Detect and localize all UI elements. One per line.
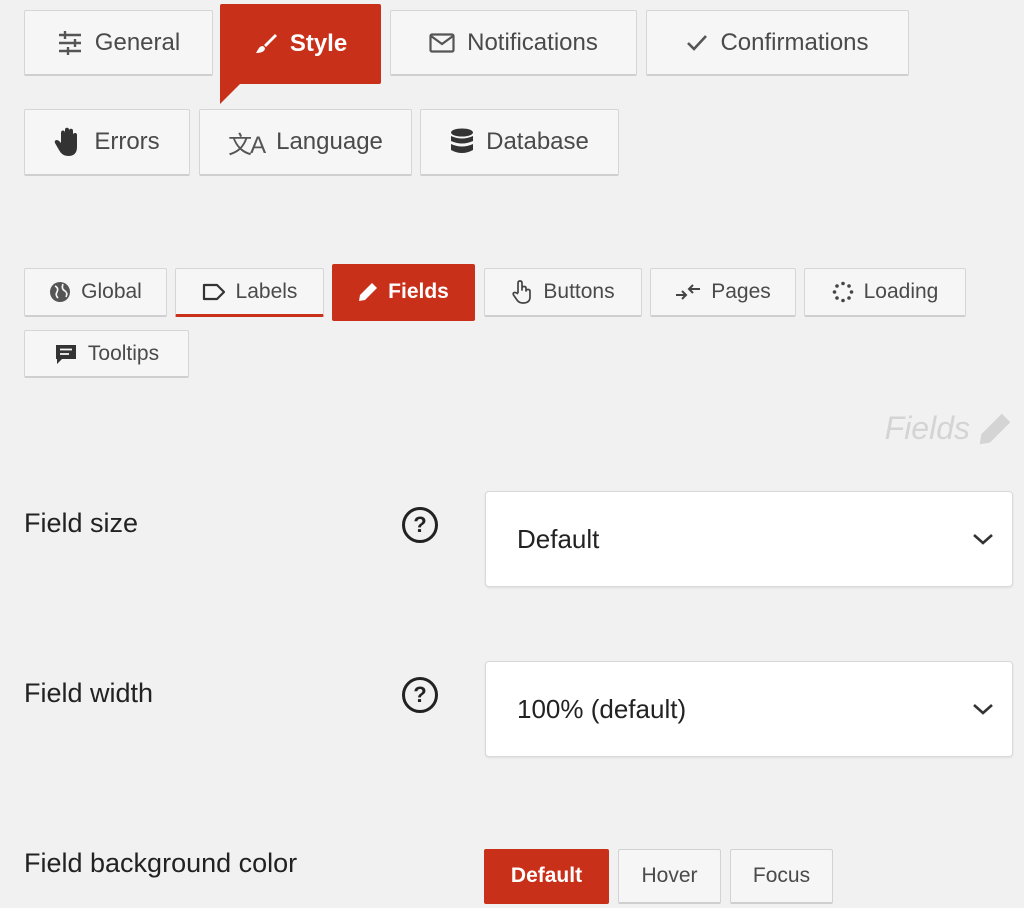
tab-confirmations-label: Confirmations: [720, 28, 869, 56]
field-size-help-icon[interactable]: ?: [402, 507, 438, 543]
tab-database[interactable]: Database: [420, 109, 619, 176]
field-size-select[interactable]: Default: [485, 491, 1013, 587]
field-width-help-icon[interactable]: ?: [402, 677, 438, 713]
subtab-tooltips[interactable]: Tooltips: [24, 330, 189, 378]
field-size-value: Default: [517, 523, 600, 554]
tag-icon: [202, 283, 225, 300]
spinner-icon: [832, 281, 853, 303]
tab-confirmations[interactable]: Confirmations: [646, 10, 909, 76]
tab-style-label: Style: [289, 29, 348, 57]
tab-language[interactable]: 文A Language: [199, 109, 412, 176]
tab-errors-label: Errors: [94, 128, 160, 155]
subtab-fields-label: Fields: [388, 280, 449, 303]
field-size-label: Field size: [24, 508, 139, 538]
bg-focus-button[interactable]: Focus: [730, 849, 833, 904]
pencil-icon: [359, 283, 378, 301]
tab-notifications-label: Notifications: [467, 28, 598, 56]
translate-icon: 文A: [228, 131, 266, 159]
tab-general[interactable]: General: [24, 10, 213, 76]
subtab-tooltips-label: Tooltips: [87, 341, 160, 365]
field-width-value: 100% (default): [517, 693, 687, 724]
subtab-global[interactable]: Global: [24, 268, 167, 317]
globe-icon: [50, 282, 71, 302]
tab-language-label: Language: [276, 128, 383, 155]
comment-icon: [55, 344, 76, 364]
subtab-labels-label: Labels: [235, 279, 298, 303]
checkmark-icon: [687, 34, 708, 51]
field-width-select[interactable]: 100% (default): [485, 661, 1013, 757]
pencil-icon: [979, 413, 1011, 444]
paintbrush-icon: [255, 33, 277, 53]
tab-database-label: Database: [486, 128, 589, 155]
hand-icon: [55, 127, 78, 156]
field-background-color-label: Field background color: [24, 848, 298, 878]
arrows-icon: [676, 284, 701, 300]
subtab-pages-label: Pages: [711, 280, 771, 303]
database-icon: [451, 128, 474, 153]
subtab-global-label: Global: [81, 280, 142, 303]
section-title: Fields: [885, 410, 1012, 447]
subtab-labels[interactable]: Labels: [175, 268, 324, 317]
bg-hover-button[interactable]: Hover: [618, 849, 721, 904]
section-title-text: Fields: [884, 410, 970, 446]
pointer-hand-icon: [512, 280, 532, 304]
tab-notifications[interactable]: Notifications: [390, 10, 637, 76]
field-width-label: Field width: [24, 678, 154, 708]
envelope-icon: [429, 32, 455, 53]
tab-errors[interactable]: Errors: [24, 109, 190, 176]
subtab-buttons[interactable]: Buttons: [484, 268, 642, 317]
subtab-loading[interactable]: Loading: [804, 268, 966, 317]
subtab-fields[interactable]: Fields: [332, 264, 475, 321]
subtab-buttons-label: Buttons: [543, 280, 615, 303]
tab-style[interactable]: Style: [220, 4, 381, 104]
chevron-down-icon: [973, 704, 993, 715]
bg-default-button[interactable]: Default: [484, 849, 609, 904]
tab-general-label: General: [94, 28, 181, 56]
subtab-pages[interactable]: Pages: [650, 268, 796, 317]
chevron-down-icon: [973, 534, 993, 545]
subtab-loading-label: Loading: [863, 280, 939, 303]
sliders-icon: [58, 30, 81, 55]
